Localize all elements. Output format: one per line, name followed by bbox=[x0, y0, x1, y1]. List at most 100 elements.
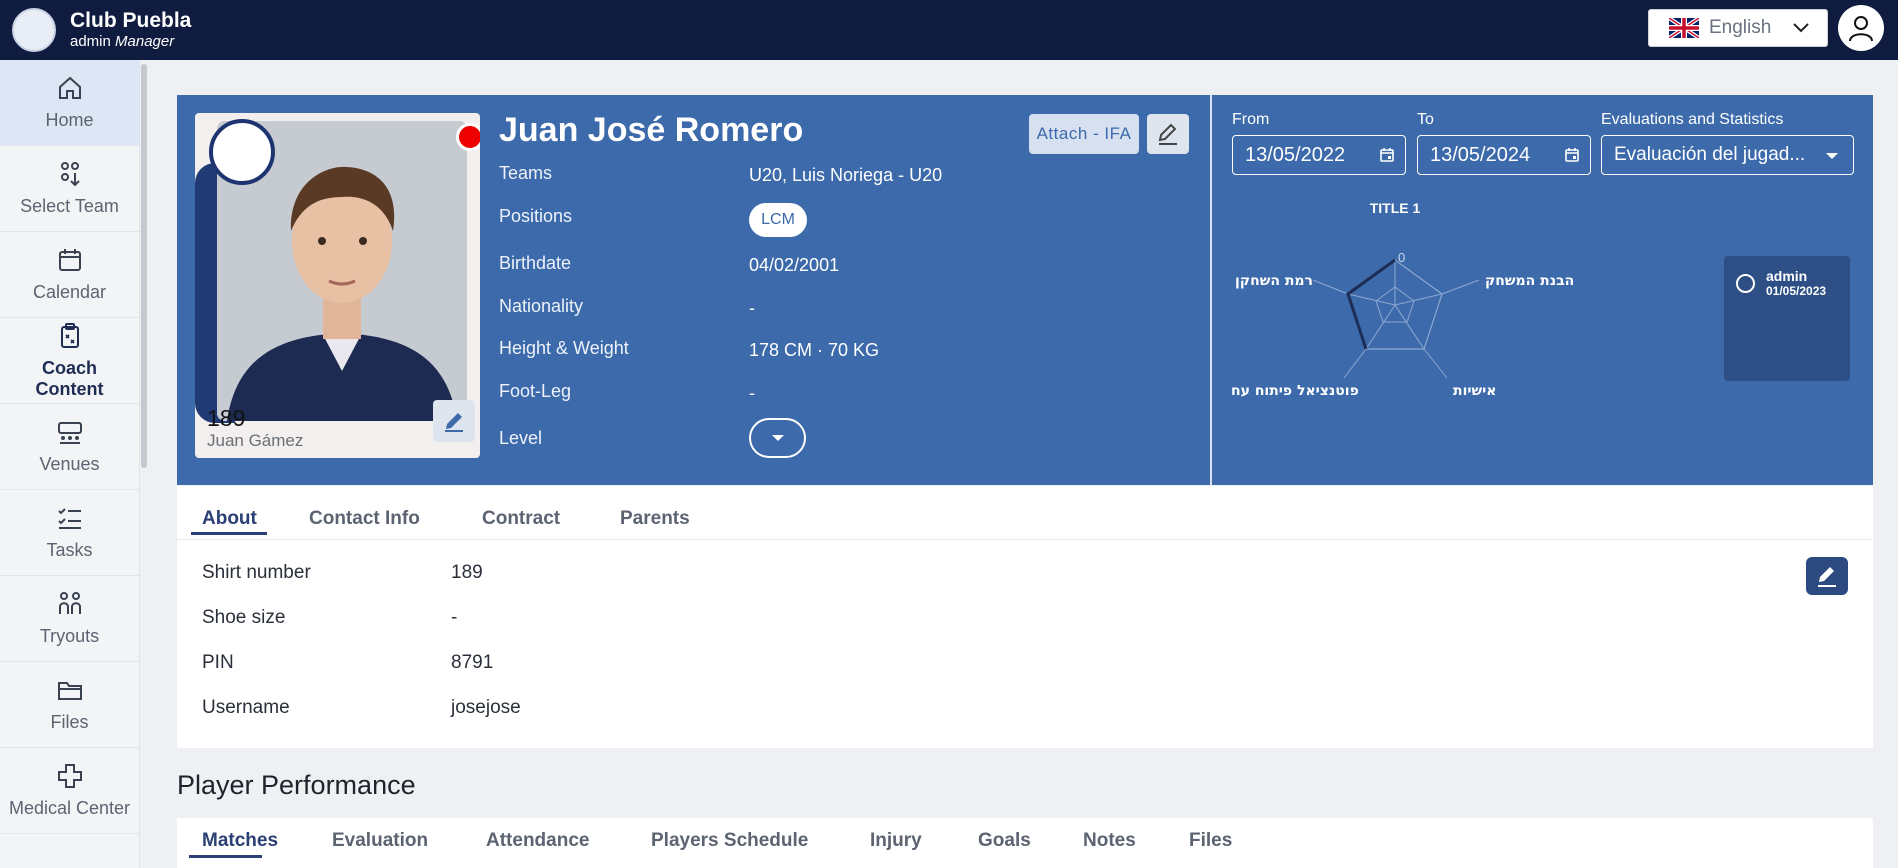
to-date-input[interactable]: 13/05/2024 bbox=[1417, 135, 1591, 175]
teams-label: Teams bbox=[499, 163, 553, 183]
medical-icon bbox=[57, 764, 82, 788]
shirt-number-label: Shirt number bbox=[202, 562, 311, 583]
radar-axis-extensions bbox=[1312, 279, 1480, 379]
height-weight-value: 178 CM · 70 KG bbox=[749, 340, 880, 360]
tab-notes[interactable]: Notes bbox=[1083, 830, 1136, 852]
clipboard-icon bbox=[60, 322, 79, 348]
teams-value: U20, Luis Noriega - U20 bbox=[749, 165, 943, 185]
venues-icon bbox=[57, 422, 82, 444]
user-role: admin Manager bbox=[70, 33, 175, 51]
username-value: josejose bbox=[451, 697, 521, 718]
sidebar-item-select-team[interactable]: Select Team bbox=[0, 146, 139, 232]
positions-label: Positions bbox=[499, 206, 573, 226]
player-profile-card: 189 Juan Gámez Juan José Romero Attach -… bbox=[177, 95, 1873, 485]
player-card: 189 Juan Gámez bbox=[195, 113, 480, 458]
position-pill: LCM bbox=[749, 203, 807, 237]
home-icon bbox=[58, 76, 81, 99]
sidebar-item-files[interactable]: Files bbox=[0, 662, 139, 748]
radar-axis-label: אישיות bbox=[1453, 383, 1496, 399]
sidebar-item-coach-content[interactable]: Coach Content bbox=[0, 318, 139, 404]
uk-flag-icon bbox=[1669, 18, 1699, 38]
tab-matches[interactable]: Matches bbox=[202, 830, 278, 852]
language-select[interactable]: English bbox=[1648, 9, 1828, 47]
foot-leg-label: Foot-Leg bbox=[499, 381, 572, 401]
shoe-size-value: - bbox=[451, 607, 458, 628]
tab-goals[interactable]: Goals bbox=[978, 830, 1031, 852]
tryouts-icon bbox=[58, 592, 81, 614]
sidebar-item-label: Medical Center bbox=[8, 798, 131, 818]
section-title: Player Performance bbox=[177, 770, 416, 800]
tab-contract[interactable]: Contract bbox=[482, 508, 560, 530]
pencil-icon bbox=[1818, 567, 1836, 587]
sidebar-item-label: Tryouts bbox=[39, 626, 100, 646]
sidebar-item-label: Calendar bbox=[32, 282, 107, 302]
radar-title: TITLE 1 bbox=[1370, 200, 1421, 216]
radar-axis-label: רמת השחקן bbox=[1235, 273, 1313, 289]
radar-tick-zero: 0 bbox=[1398, 250, 1405, 265]
sidebar-item-venues[interactable]: Venues bbox=[0, 404, 139, 490]
top-bar: Club Puebla admin Manager English bbox=[0, 0, 1898, 60]
tab-contact-info[interactable]: Contact Info bbox=[309, 508, 420, 530]
tab-evaluation[interactable]: Evaluation bbox=[332, 830, 428, 852]
tab-attendance[interactable]: Attendance bbox=[486, 830, 589, 852]
player-name: Juan José Romero bbox=[499, 111, 804, 149]
nationality-label: Nationality bbox=[499, 296, 584, 316]
club-logo[interactable] bbox=[12, 8, 56, 52]
height-weight-label: Height & Weight bbox=[499, 338, 629, 358]
radar-axis-label: פוטנציאל פיתוח עח bbox=[1231, 383, 1359, 399]
to-label: To bbox=[1417, 111, 1434, 128]
legend-series-date: 01/05/2023 bbox=[1766, 284, 1827, 298]
status-dot bbox=[456, 123, 480, 151]
nationality-value: - bbox=[749, 298, 755, 318]
shoe-size-label: Shoe size bbox=[202, 607, 286, 628]
evaluations-label: Evaluations and Statistics bbox=[1601, 111, 1784, 128]
username-label: Username bbox=[202, 697, 290, 718]
birthdate-label: Birthdate bbox=[499, 253, 572, 273]
calendar-icon bbox=[1380, 148, 1394, 162]
sidebar-item-label: Home bbox=[45, 110, 94, 130]
sidebar-item-medical-center[interactable]: Medical Center bbox=[0, 748, 139, 834]
sidebar-item-label: Tasks bbox=[46, 540, 93, 560]
pencil-icon bbox=[445, 413, 463, 432]
legend-series-name: admin bbox=[1766, 268, 1808, 284]
card-player-name: Juan Gámez bbox=[207, 431, 304, 450]
shirt-number-value: 189 bbox=[451, 562, 483, 583]
sidebar-item-tasks[interactable]: Tasks bbox=[0, 490, 139, 576]
tab-injury[interactable]: Injury bbox=[870, 830, 922, 852]
sidebar-scrollbar[interactable] bbox=[141, 64, 147, 468]
tab-players-schedule[interactable]: Players Schedule bbox=[651, 830, 808, 852]
level-label: Level bbox=[499, 428, 543, 448]
calendar-icon bbox=[58, 249, 81, 271]
legend-radio[interactable] bbox=[1736, 274, 1755, 293]
caret-down-icon bbox=[1826, 153, 1838, 159]
radar-axis-label: הבנת המשחק bbox=[1485, 273, 1574, 289]
performance-tabs: Matches Evaluation Attendance Players Sc… bbox=[177, 818, 1873, 868]
radar-chart: TITLE 1 0 הבנת המשחק אישיות פוטנציאל פית… bbox=[1231, 200, 1574, 399]
from-label: From bbox=[1232, 111, 1270, 128]
edit-about-button[interactable] bbox=[1806, 557, 1848, 595]
evaluation-select[interactable]: Evaluación del jugad... bbox=[1601, 135, 1854, 175]
birthdate-value: 04/02/2001 bbox=[749, 255, 840, 275]
pin-label: PIN bbox=[202, 652, 234, 673]
club-name: Club Puebla bbox=[70, 9, 192, 33]
user-avatar-button[interactable] bbox=[1838, 5, 1884, 51]
sidebar-item-label: Coach Content bbox=[35, 357, 104, 399]
level-dropdown[interactable] bbox=[749, 418, 806, 458]
sidebar-item-calendar[interactable]: Calendar bbox=[0, 232, 139, 318]
user-icon bbox=[1849, 16, 1873, 42]
about-panel: About Contact Info Contract Parents Shir… bbox=[177, 486, 1873, 748]
from-date-input[interactable]: 13/05/2022 bbox=[1232, 135, 1406, 175]
attach-ifa-button[interactable]: Attach - IFA bbox=[1029, 114, 1139, 154]
tab-parents[interactable]: Parents bbox=[620, 508, 690, 530]
language-label: English bbox=[1709, 17, 1772, 38]
edit-photo-button[interactable] bbox=[433, 400, 475, 442]
tab-files[interactable]: Files bbox=[1189, 830, 1232, 852]
edit-player-button[interactable] bbox=[1147, 114, 1189, 154]
caret-down-icon bbox=[771, 435, 784, 441]
tab-about[interactable]: About bbox=[202, 508, 257, 530]
pin-value: 8791 bbox=[451, 652, 494, 673]
sidebar-item-home[interactable]: Home bbox=[0, 60, 139, 146]
calendar-icon bbox=[1565, 148, 1579, 162]
sidebar-item-tryouts[interactable]: Tryouts bbox=[0, 576, 139, 662]
chevron-down-icon bbox=[1793, 23, 1809, 33]
